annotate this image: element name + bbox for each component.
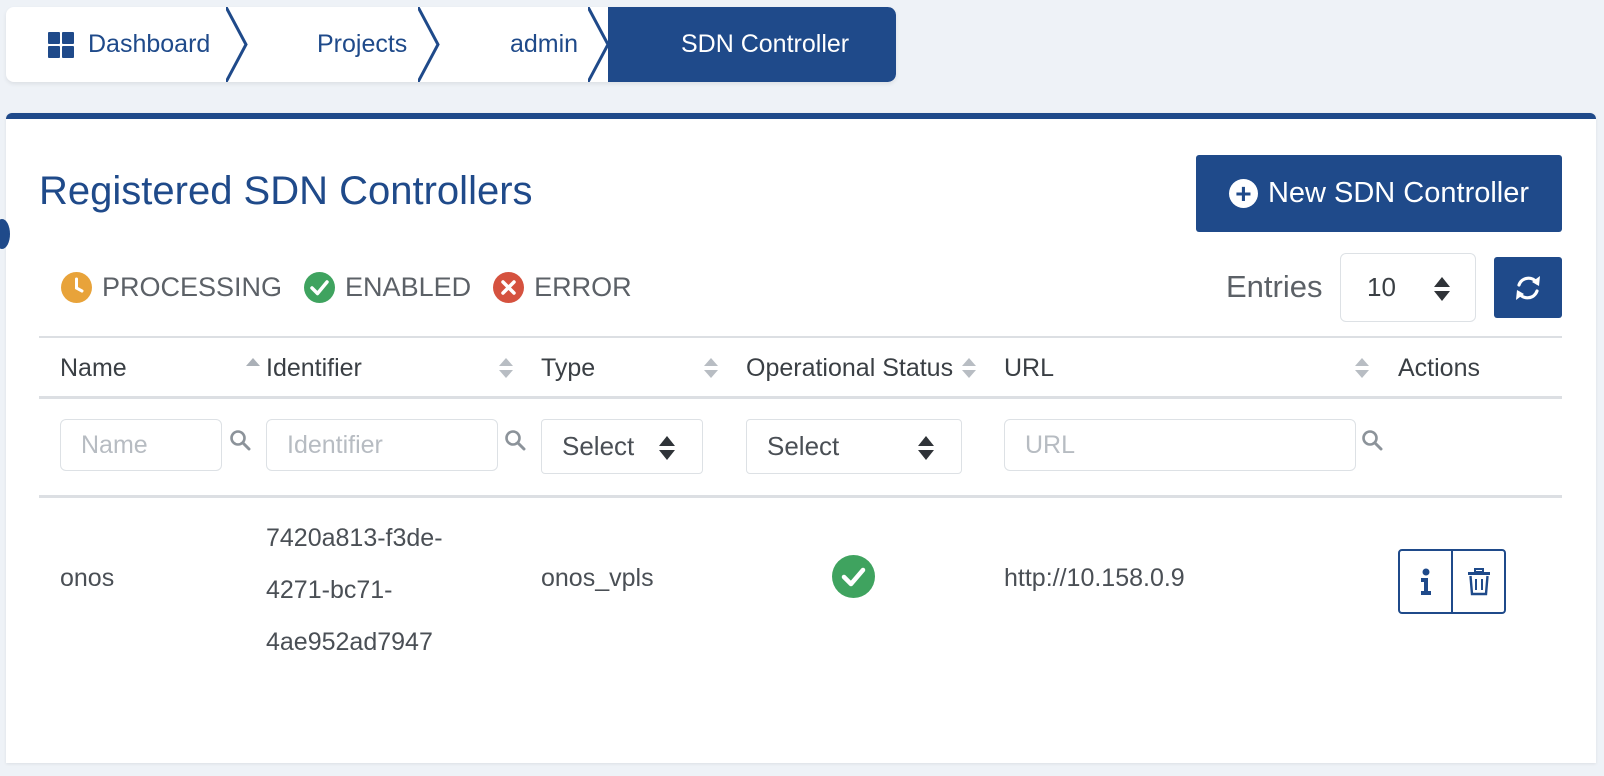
info-icon [1420,568,1431,595]
x-circle-icon [493,271,525,303]
table-row: onos 7420a813-f3de- 4271-bc71- 4ae952ad7… [39,498,1562,662]
column-header-name-label: Name [60,353,127,382]
legend-error: ERROR [493,271,632,303]
refresh-icon [1516,275,1540,300]
chevron-right-icon [588,7,610,82]
breadcrumb: Dashboard Projects admin SDN Controller [6,7,896,82]
entries-select[interactable]: 10 [1340,253,1476,322]
cell-name: onos [60,564,115,592]
cell-type: onos_vpls [541,564,654,592]
new-sdn-controller-button[interactable]: + New SDN Controller [1196,155,1562,232]
column-header-operational-status[interactable]: Operational Status [746,338,986,398]
search-icon[interactable] [504,429,526,451]
identifier-line: 4271-bc71- [266,576,393,604]
entries-label: Entries [1226,269,1323,304]
breadcrumb-projects-label: Projects [317,30,408,58]
controllers-table: Name Identifier Type Operational Status [39,336,1562,662]
entries-value: 10 [1367,272,1396,302]
column-header-type[interactable]: Type [541,338,727,398]
breadcrumb-admin-label: admin [510,30,579,58]
column-header-identifier[interactable]: Identifier [266,338,518,398]
breadcrumb-admin[interactable]: admin [438,7,610,82]
breadcrumb-dashboard[interactable]: Dashboard [6,7,248,82]
table-header: Name Identifier Type Operational Status [39,336,1562,399]
search-icon[interactable] [1361,429,1383,451]
sort-asc-icon [246,358,260,366]
dashboard-grid-icon [48,31,74,58]
info-button[interactable] [1400,551,1451,612]
legend-processing-label: PROCESSING [102,271,283,302]
sort-both-icon [962,358,976,378]
column-header-identifier-label: Identifier [266,353,362,382]
sort-both-icon [499,358,513,378]
sort-both-icon [1355,358,1369,378]
type-filter-value: Select [562,431,635,461]
search-icon[interactable] [229,429,251,451]
column-header-actions-label: Actions [1398,353,1480,382]
plus-circle-icon: + [1228,179,1258,208]
select-arrows-icon [918,436,934,460]
chevron-right-icon [226,7,248,82]
select-arrows-icon [1434,277,1450,301]
panel-edge-marker [0,219,10,249]
status-enabled-icon [832,555,875,598]
breadcrumb-sdn-controller-label: SDN Controller [681,30,850,58]
legend-processing: PROCESSING [61,271,283,303]
cell-identifier: 7420a813-f3de- 4271-bc71- 4ae952ad7947 [266,512,443,668]
legend-error-label: ERROR [534,271,632,302]
column-header-url-label: URL [1004,353,1055,382]
breadcrumb-sdn-controller: SDN Controller [608,7,896,82]
cell-url: http://10.158.0.9 [1004,564,1185,592]
check-circle-icon [304,271,336,303]
column-header-type-label: Type [541,353,596,382]
refresh-button[interactable] [1494,257,1562,318]
status-legend: PROCESSING ENABLED ERROR [61,269,654,305]
column-header-operational-status-label: Operational Status [746,353,954,382]
row-actions [1398,549,1506,614]
new-sdn-controller-label: New SDN Controller [1267,177,1530,209]
column-header-name[interactable]: Name [60,338,260,398]
name-filter-input[interactable] [60,419,222,471]
delete-button[interactable] [1451,551,1504,612]
identifier-line: 4ae952ad7947 [266,628,433,656]
column-header-actions: Actions [1398,338,1518,398]
status-filter-select[interactable]: Select [746,419,962,474]
page-title: Registered SDN Controllers [39,169,533,213]
chevron-right-icon [418,7,440,82]
clock-icon [61,271,92,303]
breadcrumb-dashboard-label: Dashboard [88,30,211,58]
sort-both-icon [704,358,718,378]
legend-enabled: ENABLED [304,271,472,303]
trash-icon [1467,567,1490,595]
url-filter-input[interactable] [1004,419,1356,471]
column-header-url[interactable]: URL [1004,338,1384,398]
controllers-panel: Registered SDN Controllers + New SDN Con… [0,113,1596,763]
type-filter-select[interactable]: Select [541,419,703,474]
identifier-filter-input[interactable] [266,419,498,471]
legend-enabled-label: ENABLED [345,271,472,302]
select-arrows-icon [659,436,675,460]
status-filter-value: Select [767,431,840,461]
breadcrumb-projects[interactable]: Projects [246,7,440,82]
filter-row: Select Select [39,399,1562,498]
identifier-line: 7420a813-f3de- [266,524,443,552]
